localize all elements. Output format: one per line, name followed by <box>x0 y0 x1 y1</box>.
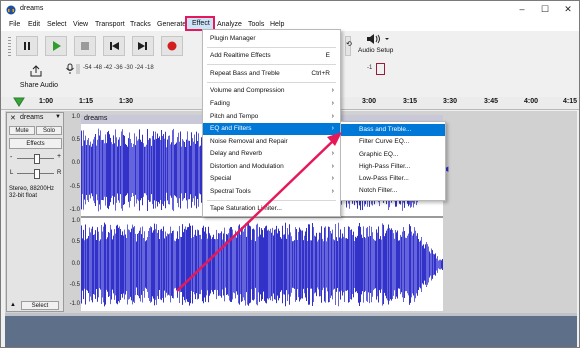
app-window: dreams – ☐ ✕ File Edit Select View Trans… <box>0 0 580 348</box>
annotation-arrow <box>176 132 342 292</box>
